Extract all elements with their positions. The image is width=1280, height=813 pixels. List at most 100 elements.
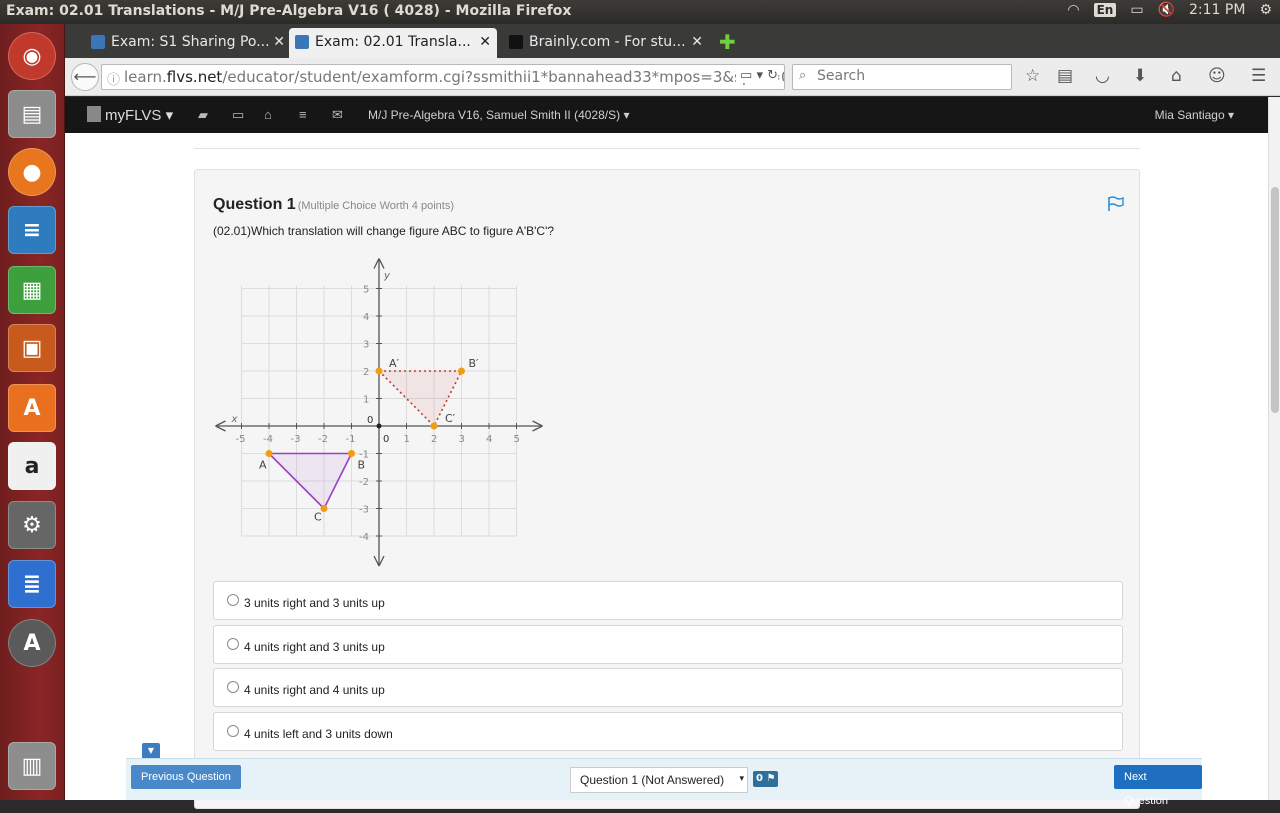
x-axis-label: x	[231, 414, 238, 425]
files-icon[interactable]: ▤	[8, 90, 56, 138]
answer-option-4[interactable]: 4 units left and 3 units down	[213, 712, 1123, 751]
trash-icon[interactable]: ▥	[8, 742, 56, 790]
x-tick-label: -4	[263, 434, 273, 445]
radio-button[interactable]	[227, 594, 239, 606]
flag-icon[interactable]	[1107, 196, 1125, 212]
search-icon: ⌕	[799, 68, 807, 83]
y-tick-label: -2	[359, 477, 369, 488]
amazon-icon[interactable]: a	[8, 442, 56, 490]
search-placeholder: Search	[817, 68, 866, 84]
software-center-icon[interactable]: A	[8, 384, 56, 432]
divider	[194, 148, 1140, 149]
chevron-down-icon[interactable]: ▼	[142, 743, 160, 758]
info-icon[interactable]: ⓘ	[107, 69, 120, 88]
question-select[interactable]: Question 1 (Not Answered) ▾	[570, 767, 748, 793]
software-updater-icon[interactable]: A	[8, 619, 56, 667]
tab-translations[interactable]: Exam: 02.01 Transla... ✕	[289, 28, 497, 58]
scrollbar-thumb[interactable]	[1271, 187, 1279, 413]
myflvs-menu[interactable]: myFLVS ▾	[87, 106, 173, 124]
coordinate-graph: xy-5 -4 -3 -2 -1 1 2 3 4 554321-1-2-3-400A BCA′ B′C…	[215, 258, 543, 567]
answer-label: 4 units right and 4 units up	[244, 683, 385, 697]
system-tray: ◠ En ▭ 🔇 2:11 PM ⚙	[1067, 2, 1272, 18]
x-tick-label: -1	[346, 434, 356, 445]
url-bar[interactable]: ⓘ learn.flvs.net/educator/student/examfo…	[101, 64, 785, 90]
course-menu[interactable]: M/J Pre-Algebra V16, Samuel Smith II (40…	[368, 108, 629, 122]
wifi-icon[interactable]: ◠	[1067, 2, 1079, 18]
question-text: (02.01)Which translation will change fig…	[213, 224, 555, 238]
vertex-point	[430, 422, 438, 430]
firefox-icon[interactable]: ●	[8, 148, 56, 196]
close-icon[interactable]: ✕	[691, 34, 703, 50]
vertex-label: B′	[469, 357, 480, 370]
tab-bar: Exam: S1 Sharing Po... ✕ Exam: 02.01 Tra…	[65, 24, 1280, 58]
gear-icon[interactable]: ⚙	[1259, 2, 1272, 18]
ubuntu-dash-icon[interactable]: ◉	[8, 32, 56, 80]
flvs-favicon-icon	[91, 35, 105, 49]
top-panel: Exam: 02.01 Translations - M/J Pre-Algeb…	[0, 0, 1280, 24]
vertex-label: A	[259, 459, 267, 472]
home-icon[interactable]: ⌂	[1171, 66, 1182, 86]
vertex-label: B	[358, 459, 366, 472]
next-question-button[interactable]: Next Question	[1114, 765, 1202, 807]
radio-button[interactable]	[227, 725, 239, 737]
chevron-down-icon: ▾	[739, 773, 744, 783]
url-host: flvs.net	[166, 68, 223, 86]
answer-label: 3 units right and 3 units up	[244, 596, 385, 610]
radio-button[interactable]	[227, 638, 239, 650]
close-icon[interactable]: ✕	[479, 34, 491, 50]
previous-question-button[interactable]: Previous Question	[131, 765, 241, 789]
impress-icon[interactable]: ▣	[8, 324, 56, 372]
user-menu[interactable]: Mia Santiago ▾	[1155, 108, 1234, 122]
url-path: /educator/student/examform.cgi?ssmithii1…	[222, 68, 785, 86]
reading-list-icon[interactable]: ▤	[1057, 66, 1073, 86]
x-tick-label: -5	[236, 434, 246, 445]
close-icon[interactable]: ✕	[273, 34, 285, 50]
inbox-icon[interactable]: ▭	[232, 107, 244, 123]
download-icon[interactable]: ⬇	[1133, 66, 1147, 86]
question-number: Question 1	[213, 196, 296, 213]
answer-option-3[interactable]: 4 units right and 4 units up	[213, 668, 1123, 707]
course-label: M/J Pre-Algebra V16, Samuel Smith II (40…	[368, 108, 621, 122]
book-icon[interactable]: ▰	[198, 107, 208, 123]
search-input[interactable]: ⌕ Search	[792, 64, 1012, 90]
tab-brainly[interactable]: Brainly.com - For stu... ✕	[503, 28, 709, 58]
x-tick-label: 3	[459, 434, 465, 445]
question-panel: Question 1 (Multiple Choice Worth 4 point…	[194, 169, 1140, 809]
tab-label: Brainly.com - For stu...	[529, 34, 686, 50]
reader-view-icon[interactable]: ▭ ▾ ↻	[736, 68, 778, 83]
navigation-bar: ⟵ ⓘ learn.flvs.net/educator/student/exam…	[65, 58, 1280, 96]
bookmark-star-icon[interactable]: ☆	[1025, 66, 1040, 86]
page-scrollbar[interactable]	[1268, 97, 1280, 800]
menu-icon[interactable]: ☰	[1251, 66, 1266, 86]
system-settings-icon[interactable]: ⚙	[8, 501, 56, 549]
volume-muted-icon[interactable]: 🔇	[1158, 2, 1175, 18]
home-icon[interactable]: ⌂	[264, 107, 272, 122]
calc-icon[interactable]: ▦	[8, 266, 56, 314]
vertex-label: A′	[389, 357, 400, 370]
y-tick-label: 1	[363, 395, 369, 406]
new-tab-icon[interactable]: ✚	[719, 30, 736, 54]
text-editor-icon[interactable]: ≣	[8, 560, 56, 608]
mail-icon[interactable]: ✉	[332, 107, 343, 123]
vertex-point	[375, 367, 383, 375]
clock[interactable]: 2:11 PM	[1189, 2, 1245, 18]
x-tick-label: -3	[291, 434, 301, 445]
answer-label: 4 units right and 3 units up	[244, 640, 385, 654]
chat-icon[interactable]: ☺	[1208, 66, 1226, 86]
answer-option-1[interactable]: 3 units right and 3 units up	[213, 581, 1123, 620]
pocket-icon[interactable]: ◡	[1095, 66, 1110, 86]
y-tick-label: 5	[363, 285, 369, 296]
battery-icon[interactable]: ▭	[1130, 2, 1143, 18]
question-title: Question 1 (Multiple Choice Worth 4 point…	[213, 196, 454, 214]
flagged-count-badge[interactable]: 0 ⚑	[753, 771, 779, 787]
writer-icon[interactable]: ≡	[8, 206, 56, 254]
exam-page: Question 1 (Multiple Choice Worth 4 point…	[65, 133, 1268, 809]
tab-sharing[interactable]: Exam: S1 Sharing Po... ✕	[85, 28, 291, 58]
list-icon[interactable]: ≡	[299, 107, 307, 122]
answer-option-2[interactable]: 4 units right and 3 units up	[213, 625, 1123, 664]
radio-button[interactable]	[227, 681, 239, 693]
back-arrow-icon[interactable]: ⟵	[71, 63, 99, 91]
keyboard-layout-indicator[interactable]: En	[1093, 3, 1117, 17]
flag-count: 0	[756, 773, 763, 784]
origin-label: 0	[383, 434, 389, 445]
